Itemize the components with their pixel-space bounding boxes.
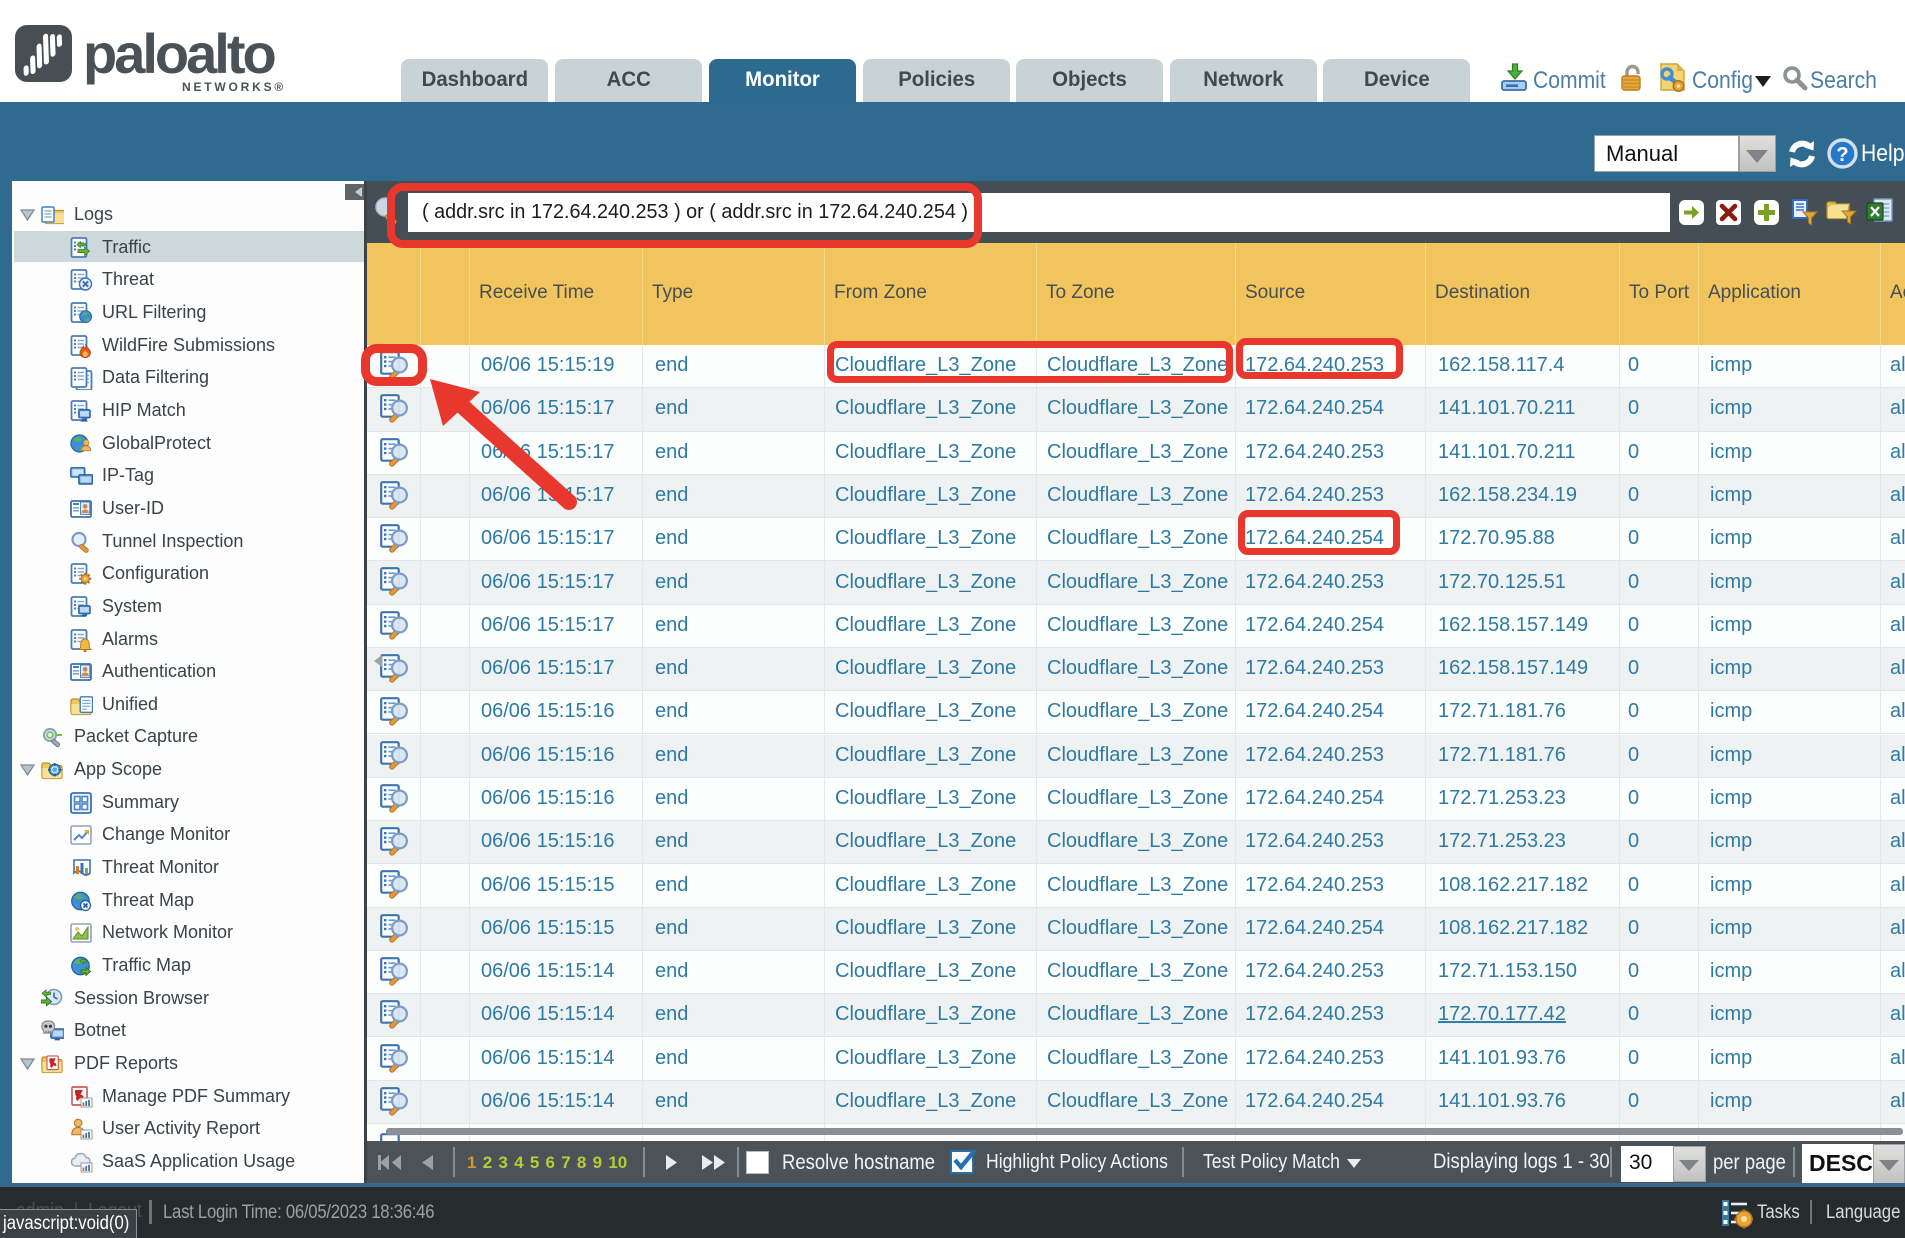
- svg-text:?: ?: [1836, 144, 1848, 166]
- svg-text:NETWORKS®: NETWORKS®: [182, 80, 286, 94]
- svg-text:paloalto: paloalto: [83, 24, 275, 85]
